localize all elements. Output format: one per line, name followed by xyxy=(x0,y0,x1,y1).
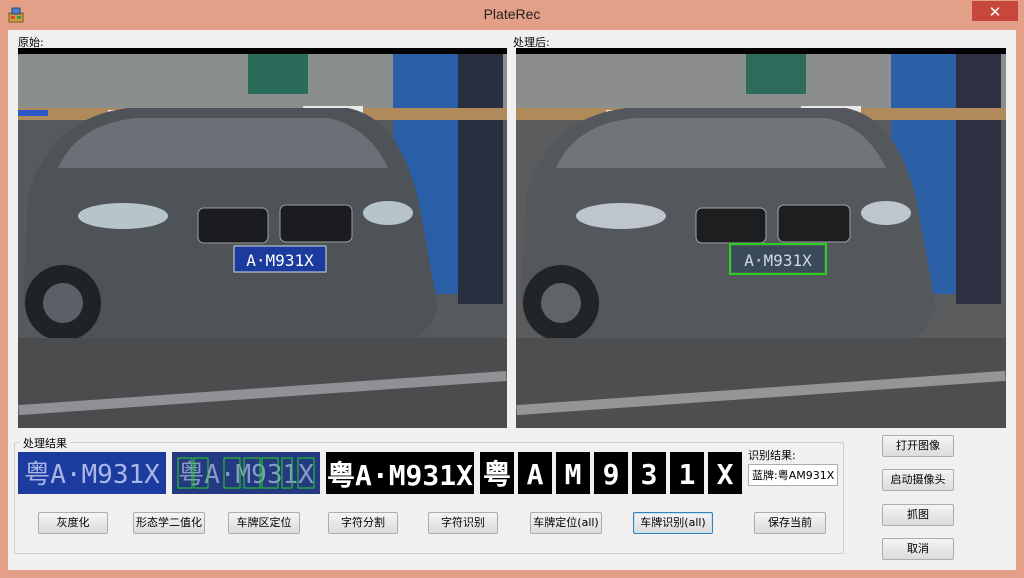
plate-region-locate-button[interactable]: 车牌区定位 xyxy=(228,512,300,534)
cancel-button[interactable]: 取消 xyxy=(882,538,954,560)
save-current-button[interactable]: 保存当前 xyxy=(754,512,826,534)
title-bar[interactable]: PlateRec ✕ xyxy=(0,0,1024,30)
svg-text:粤A·M931X: 粤A·M931X xyxy=(24,460,160,490)
result-field[interactable]: 蓝牌:粤AM931X xyxy=(748,464,838,486)
processed-car-image: A·M931X xyxy=(516,48,1006,428)
plate-segmented-thumb: 粤A·M931X xyxy=(172,452,320,494)
processed-image-panel: A·M931X xyxy=(516,48,1006,428)
svg-text:粤A·M931X: 粤A·M931X xyxy=(327,459,473,492)
char-split-button[interactable]: 字符分割 xyxy=(328,512,398,534)
segmented-char-thumb: X xyxy=(708,452,742,494)
segmented-char: 1 xyxy=(679,458,696,491)
group-label: 处理结果 xyxy=(20,435,70,451)
processed-plate-text: A·M931X xyxy=(744,251,812,270)
grayscale-button[interactable]: 灰度化 xyxy=(38,512,108,534)
client-area: 原始: 处理后: A·M931X A·M931X 处理结果 粤A·M931X 粤… xyxy=(8,30,1016,570)
segmented-char: 3 xyxy=(641,458,658,491)
plate-binary-thumb: 粤A·M931X xyxy=(326,452,474,494)
start-camera-button[interactable]: 启动摄像头 xyxy=(882,469,954,491)
original-image-panel: A·M931X xyxy=(18,48,507,428)
capture-button[interactable]: 抓图 xyxy=(882,504,954,526)
close-button[interactable]: ✕ xyxy=(972,1,1018,21)
segmented-char-thumb: 粤 xyxy=(480,452,514,494)
plate-recognize-all-button[interactable]: 车牌识别(all) xyxy=(633,512,713,534)
segmented-char: X xyxy=(717,458,734,491)
segmented-char: A xyxy=(527,458,544,491)
original-plate-text: A·M931X xyxy=(246,251,314,270)
segmented-char-thumb: 3 xyxy=(632,452,666,494)
segmented-char-thumb: M xyxy=(556,452,590,494)
open-image-button[interactable]: 打开图像 xyxy=(882,435,954,457)
svg-text:粤A·M931X: 粤A·M931X xyxy=(178,460,314,490)
original-car-image: A·M931X xyxy=(18,48,507,428)
morph-binarize-button[interactable]: 形态学二值化 xyxy=(133,512,205,534)
segmented-char-thumb: A xyxy=(518,452,552,494)
segmented-char: 9 xyxy=(603,458,620,491)
plate-locate-all-button[interactable]: 车牌定位(all) xyxy=(530,512,602,534)
segmented-char: 粤 xyxy=(483,458,511,491)
char-recognize-button[interactable]: 字符识别 xyxy=(428,512,498,534)
segmented-char: M xyxy=(565,458,582,491)
main-window: PlateRec ✕ 原始: 处理后: A·M931X A·M931X 处理结果… xyxy=(0,0,1024,578)
segmented-char-thumb: 1 xyxy=(670,452,704,494)
plate-color-thumb: 粤A·M931X xyxy=(18,452,166,494)
window-title: PlateRec xyxy=(483,6,541,22)
segmented-char-thumb: 9 xyxy=(594,452,628,494)
result-label: 识别结果: xyxy=(748,449,796,462)
